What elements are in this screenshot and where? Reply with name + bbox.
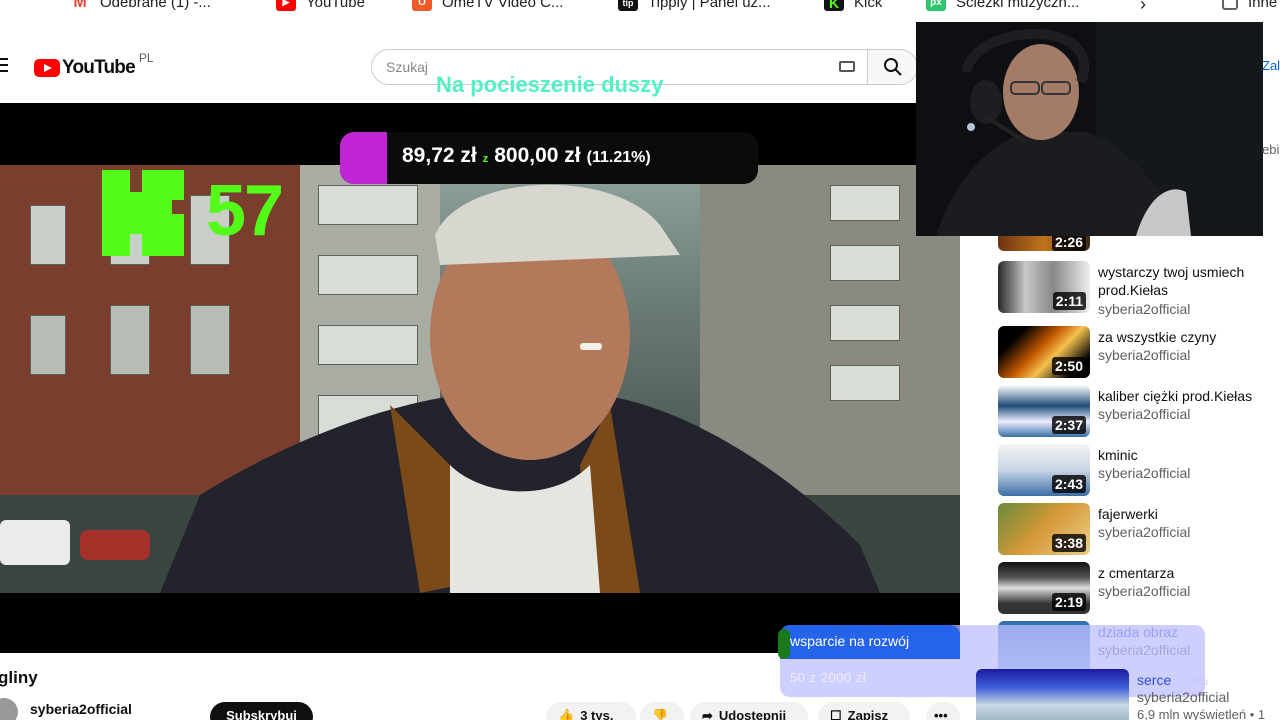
goal-text: 89,72 zł z 800,00 zł (11.21%)	[402, 144, 651, 168]
bookmark-label: YouTube	[306, 0, 365, 11]
channel-name[interactable]: syberia2official	[1098, 524, 1190, 540]
parked-car	[80, 530, 150, 560]
channel-name[interactable]: syberia2official	[1098, 465, 1190, 481]
video-title: gliny	[0, 668, 38, 687]
bookmark-ometv[interactable]: O OmeTV Video C...	[412, 0, 563, 11]
save-button[interactable]: ☐ Zapisz	[818, 702, 910, 720]
video-thumbnail[interactable]	[976, 669, 1129, 720]
more-actions-button[interactable]: •••	[926, 702, 960, 720]
logo-text: YouTube	[62, 57, 136, 78]
goal-target: 800,00 zł	[494, 144, 581, 167]
bookmark-youtube[interactable]: ▶ YouTube	[276, 0, 365, 11]
video-thumbnail[interactable]: 2:37	[998, 385, 1090, 437]
video-title-link[interactable]: wystarczy twoj usmiech prod.Kiełas	[1098, 263, 1280, 299]
video-title-link[interactable]: serce 3%	[1137, 671, 1280, 690]
youtube-play-icon	[34, 59, 60, 77]
channel-name[interactable]: syberia2official	[1098, 347, 1190, 363]
dislike-button[interactable]: 👎	[640, 702, 684, 720]
search-icon	[883, 58, 902, 76]
search-button[interactable]	[868, 49, 918, 85]
youtube-logo[interactable]: YouTube PL	[34, 51, 154, 79]
tipply-icon: tip	[618, 0, 638, 11]
support-indicator	[778, 629, 790, 659]
bookmark-kick[interactable]: K Kick	[824, 0, 882, 11]
save-icon: ☐	[830, 708, 842, 720]
search-placeholder: Szukaj	[386, 59, 429, 75]
video-duration: 2:43	[1051, 475, 1086, 493]
share-label: Udostępnij	[718, 708, 787, 720]
goal-title: Na pocieszenie duszy	[436, 72, 664, 97]
video-duration: 2:11	[1052, 292, 1086, 310]
bookmark-tipply[interactable]: tip Tipply | Panel uż...	[618, 0, 771, 11]
bookmark-label: Kick	[854, 0, 883, 11]
subscribe-button[interactable]: Subskrybuj	[210, 702, 313, 720]
thumbs-up-icon: 👍	[558, 708, 575, 720]
like-button[interactable]: 👍 3 tys.	[546, 702, 636, 720]
ometv-icon: O	[412, 0, 432, 11]
channel-name[interactable]: syberia2official	[1098, 301, 1190, 317]
bookmark-label: OmeTV Video C...	[442, 0, 564, 11]
bookmark-label: Odebrane (1) -...	[100, 0, 211, 11]
donation-goal-bar: 89,72 zł z 800,00 zł (11.21%)	[340, 132, 758, 184]
kick-icon: K	[824, 0, 844, 11]
channel-name[interactable]: syberia2official	[1137, 689, 1229, 705]
support-amount: 50 z 2000 zł	[790, 670, 867, 685]
channel-name[interactable]: syberia2official	[30, 701, 132, 717]
video-title-link[interactable]: fajerwerki	[1098, 505, 1280, 523]
support-percent: 3%	[1189, 673, 1208, 688]
like-count: 3 tys.	[580, 708, 614, 720]
channel-name[interactable]: syberia2official	[1098, 583, 1190, 599]
video-title-link[interactable]: kaliber ciężki prod.Kiełas	[1098, 387, 1280, 405]
video-thumbnail[interactable]: 3:38	[998, 503, 1090, 555]
more-icon: •••	[934, 708, 948, 720]
channel-name[interactable]: syberia2official	[1098, 406, 1190, 422]
goal-current: 89,72 zł	[402, 144, 477, 167]
goal-separator: z	[482, 153, 489, 165]
video-title-text: serce	[1137, 672, 1172, 688]
share-button[interactable]: ➦ Udostępnij	[690, 702, 808, 720]
save-label: Zapisz	[847, 708, 889, 720]
region-code: PL	[138, 51, 154, 65]
kick-viewer-count: 57	[206, 171, 284, 251]
pixabay-icon: px	[926, 0, 946, 11]
video-title-link[interactable]: za wszystkie czyny	[1098, 328, 1280, 346]
video-thumbnail[interactable]: 2:11	[998, 261, 1090, 313]
view-count: 6,9 mln wyświetleń • 1	[1137, 707, 1266, 720]
kick-logo-icon	[102, 170, 184, 256]
video-player[interactable]: 57	[0, 103, 960, 653]
video-duration: 2:19	[1051, 593, 1086, 611]
list-item[interactable]: 2:50 za wszystkie czyny syberia2official	[998, 326, 1280, 380]
keyboard-icon[interactable]	[839, 61, 855, 72]
video-duration: 3:38	[1051, 534, 1086, 552]
video-duration: 2:50	[1051, 357, 1086, 375]
video-title-link[interactable]: z cmentarza	[1098, 564, 1280, 582]
share-icon: ➦	[702, 708, 713, 720]
parked-van	[0, 520, 70, 565]
list-item[interactable]: 3:38 fajerwerki syberia2official	[998, 503, 1280, 557]
support-title: wsparcie na rozwój	[790, 633, 910, 649]
list-item[interactable]: 2:19 z cmentarza syberia2official	[998, 562, 1280, 616]
thumbs-down-icon: 👎	[652, 708, 669, 720]
bookmark-gmail[interactable]: M Odebrane (1) -...	[70, 0, 211, 11]
video-thumbnail[interactable]: 2:43	[998, 444, 1090, 496]
list-item[interactable]: serce 3% syberia2official 6,9 mln wyświe…	[976, 669, 1280, 720]
avatar[interactable]	[0, 698, 18, 720]
list-item[interactable]: 2:43 kminic syberia2official	[998, 444, 1280, 498]
list-item[interactable]: 2:37 kaliber ciężki prod.Kiełas syberia2…	[998, 385, 1280, 439]
video-thumbnail[interactable]: 2:50	[998, 326, 1090, 378]
recommendations-sidebar: 2:11 wystarczy twoj usmiech prod.Kiełas …	[960, 0, 1280, 720]
video-title-link[interactable]: kminic	[1098, 446, 1280, 464]
goal-progress-fill	[340, 132, 387, 184]
video-thumbnail[interactable]: 2:19	[998, 562, 1090, 614]
gmail-icon: M	[70, 0, 90, 11]
youtube-icon: ▶	[276, 0, 296, 11]
list-item[interactable]: 2:11 wystarczy twoj usmiech prod.Kiełas …	[998, 261, 1280, 317]
video-duration: 2:37	[1051, 416, 1086, 434]
goal-percent: (11.21%)	[586, 149, 651, 166]
bookmark-label: Tipply | Panel uż...	[648, 0, 771, 11]
menu-icon[interactable]	[0, 58, 8, 76]
